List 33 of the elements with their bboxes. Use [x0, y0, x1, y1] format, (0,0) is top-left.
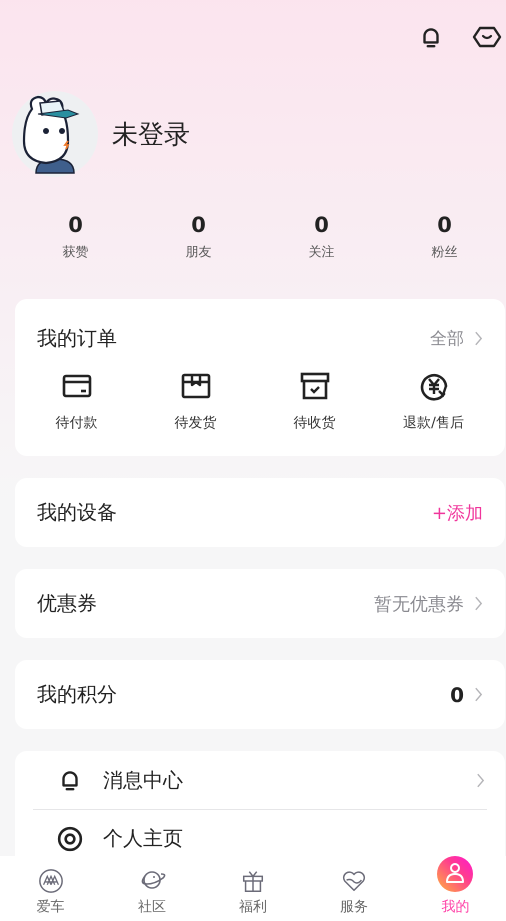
username[interactable]: 未登录 [112, 116, 190, 152]
chevron-icon [474, 331, 483, 346]
stat-label: 获赞 [62, 244, 88, 261]
order-status-button[interactable]: 待收货 [255, 370, 374, 432]
stat-value: 0 [191, 213, 206, 237]
section-title: 我的订单 [37, 325, 117, 352]
points-value-link[interactable]: 0 [450, 682, 483, 706]
section-title: 优惠券 [37, 590, 97, 617]
section-title: 我的设备 [37, 499, 117, 526]
chevron-icon [474, 687, 483, 702]
tab[interactable]: 服务 [304, 856, 405, 921]
chevron-icon [476, 772, 485, 788]
order-status-button[interactable]: 退款/售后 [374, 370, 493, 432]
order-status-button[interactable]: 待发货 [136, 370, 255, 432]
tab[interactable]: 福利 [202, 856, 304, 921]
stat-label: 朋友 [186, 244, 212, 261]
menu-item[interactable]: 消息中心 [33, 751, 487, 809]
tab[interactable]: 社区 [101, 856, 202, 921]
order-status-button[interactable]: 待付款 [17, 370, 136, 432]
section-title: 我的积分 [37, 681, 117, 708]
profile-icon [57, 826, 83, 852]
box-check-icon [298, 370, 330, 402]
chevron-icon [474, 596, 483, 611]
hexagon-icon[interactable] [472, 24, 502, 50]
logo-icon [38, 868, 64, 894]
avatar[interactable] [12, 91, 98, 177]
stat-label: 粉丝 [432, 244, 458, 261]
stat-value: 0 [437, 213, 452, 237]
stat-value: 0 [314, 213, 329, 237]
add-device-link[interactable]: +添加 [432, 500, 483, 524]
stat-value: 0 [68, 213, 83, 237]
tab[interactable]: 爱车 [0, 856, 102, 921]
stat-label: 关注 [308, 244, 334, 261]
